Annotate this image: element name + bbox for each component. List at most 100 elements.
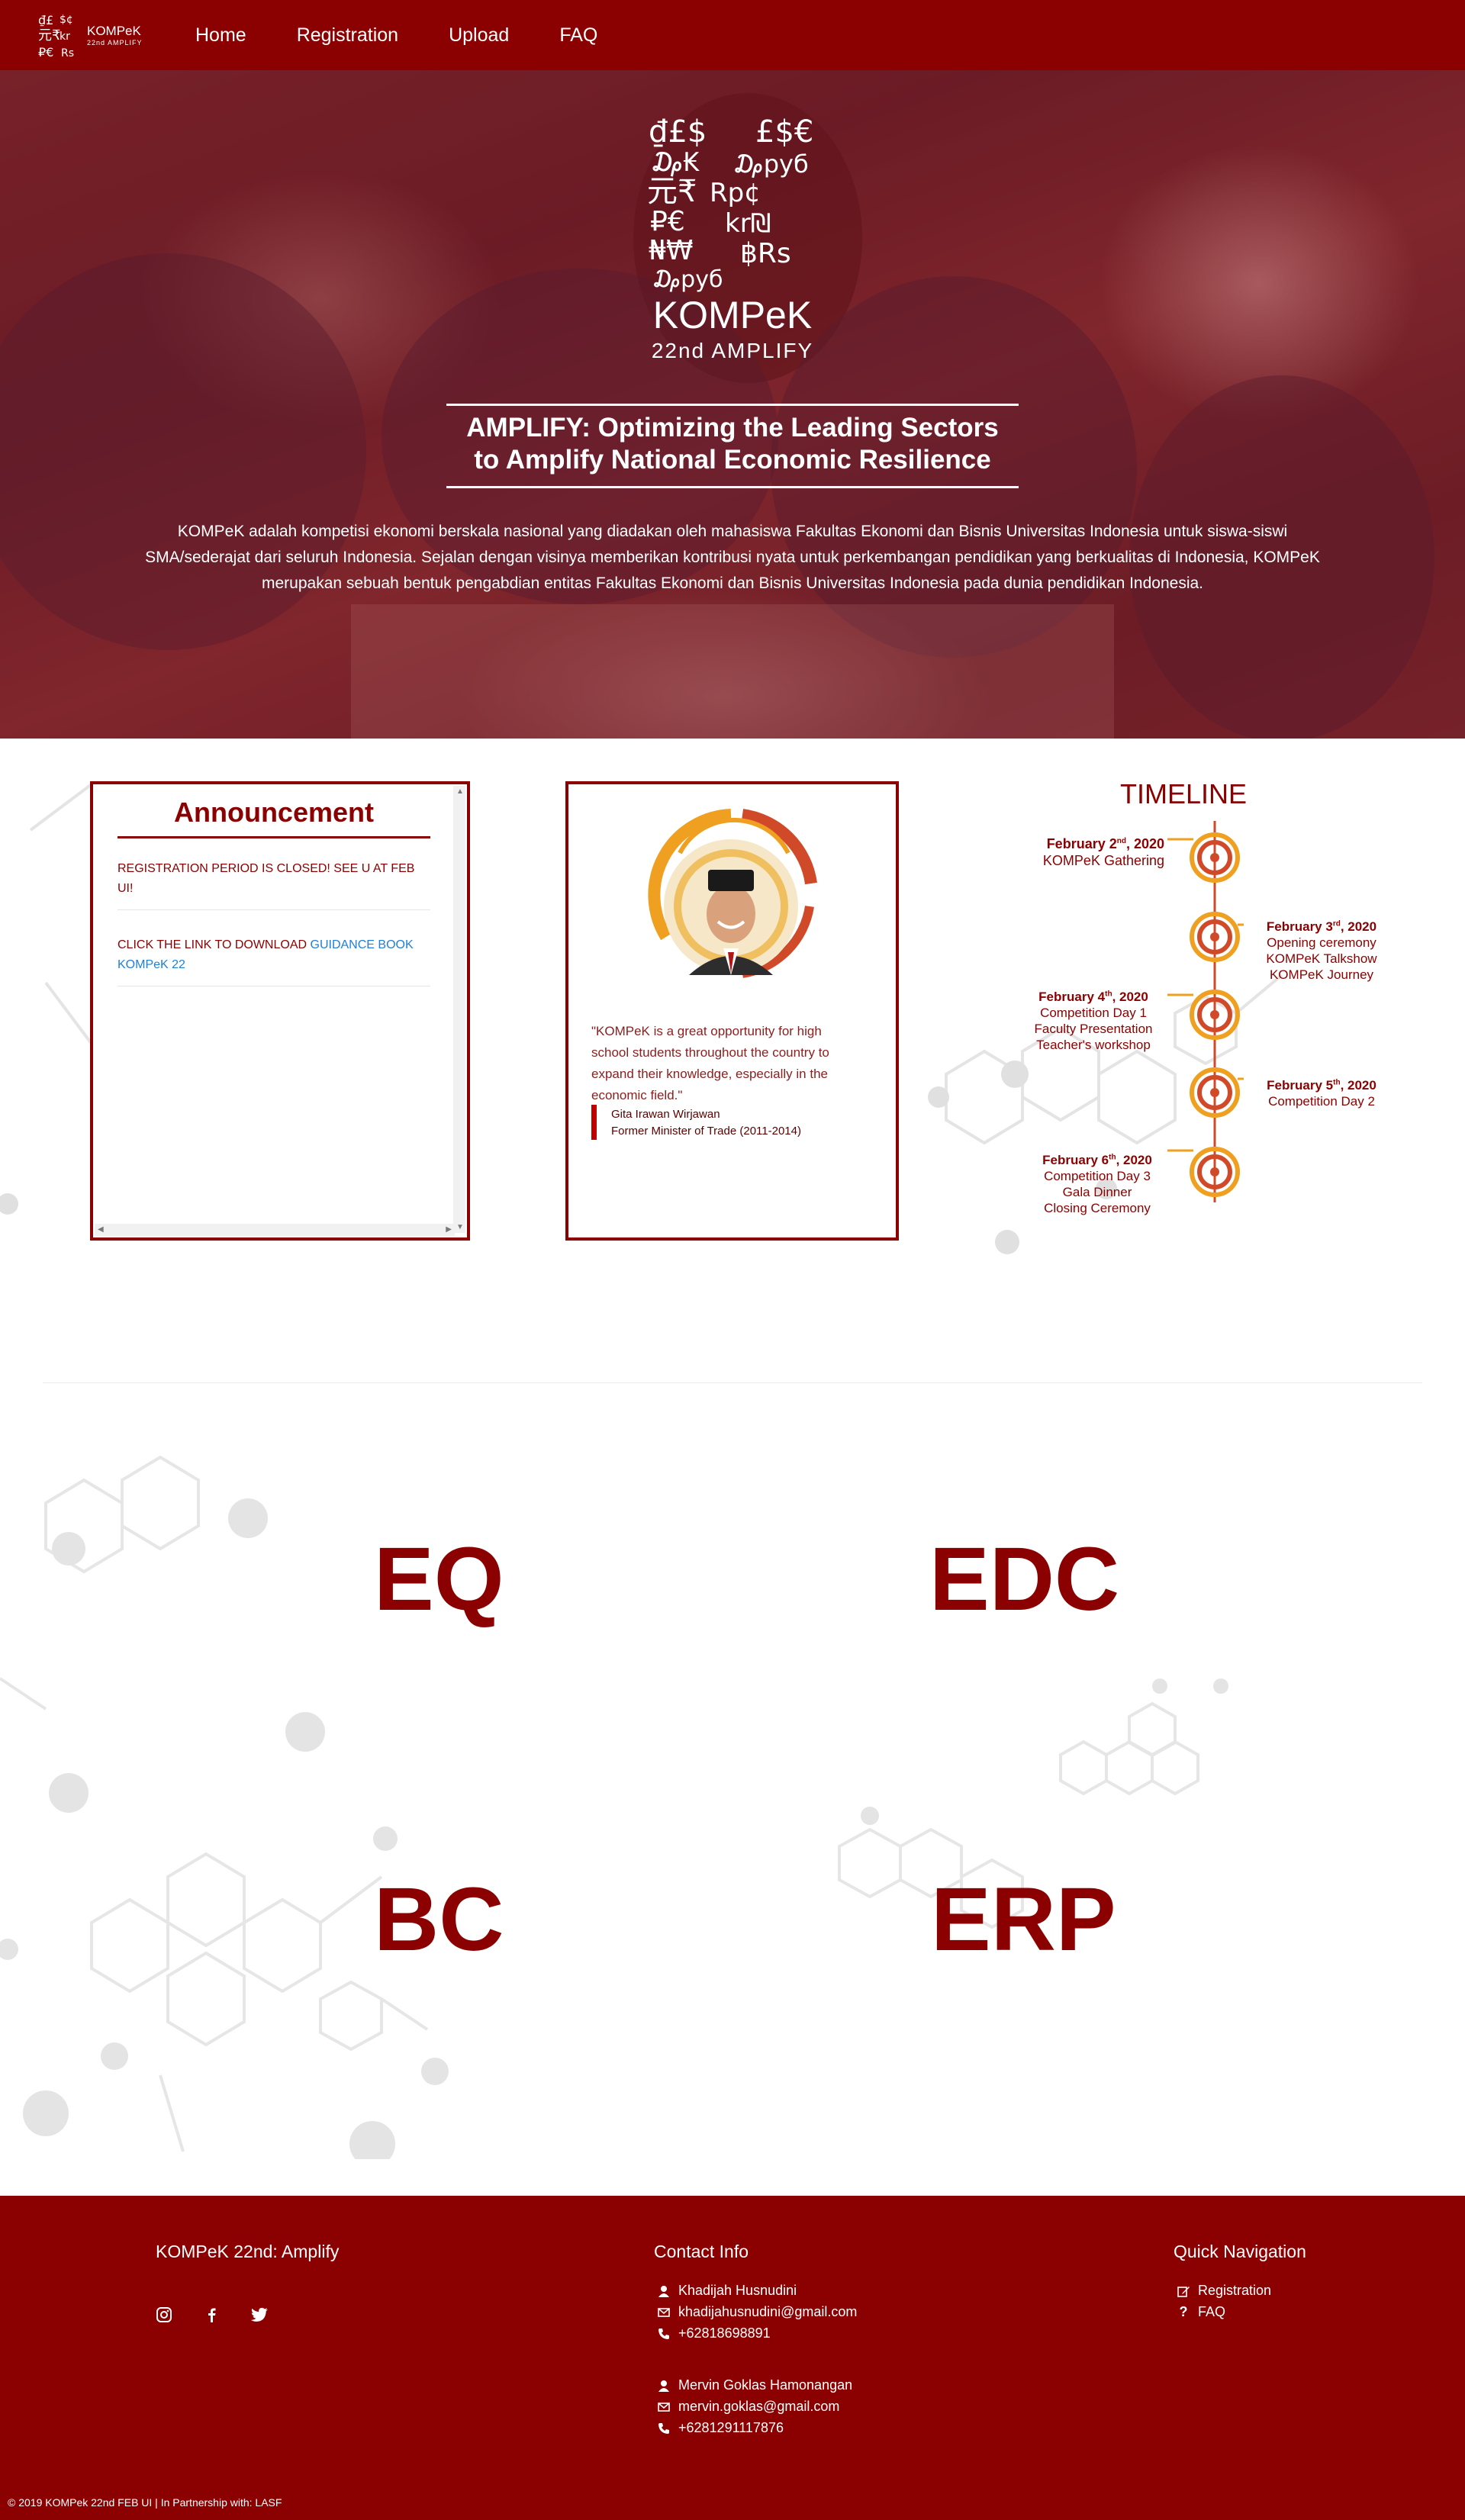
phone-icon: [654, 2328, 674, 2340]
svg-text:₯₭: ₯₭: [650, 147, 700, 178]
contact2-name-text: Mervin Goklas Hamonangan: [678, 2377, 853, 2393]
nav-registration-link[interactable]: Registration: [297, 24, 398, 47]
event-year: , 2020: [1125, 836, 1164, 851]
social-links: [156, 2306, 299, 2323]
scroll-left-icon[interactable]: ◀: [98, 1225, 104, 1234]
event-line: Competition Day 1: [1040, 1005, 1147, 1020]
twitter-icon[interactable]: [250, 2306, 269, 2323]
quick-nav-title: Quick Navigation: [1174, 2242, 1306, 2261]
event-date: February 5: [1267, 1077, 1334, 1093]
event-year: , 2020: [1340, 1077, 1376, 1093]
brand-logo[interactable]: ₫£ $¢ 元₹ kr ₽€ Rs KOMPeK 22nd AMPLIFY: [37, 8, 151, 63]
competition-bc-link[interactable]: BC: [374, 1868, 504, 1971]
envelope-icon: [654, 2307, 674, 2317]
announcement-title: Announcement: [173, 797, 374, 828]
footer-registration-link[interactable]: Registration: [1174, 2283, 1271, 2299]
testimonial-author: Gita Irawan Wirjawan Former Minister of …: [611, 1106, 801, 1140]
timeline-node-1: [1190, 832, 1240, 883]
currency-k-logo-icon: ₫£$ £$€ ₯₭ ₯руб 元₹ Rp¢ ₽€ kr₪ ₦₩ ฿Rs ₯ру…: [647, 114, 813, 293]
event-date-suffix: th: [1105, 990, 1112, 998]
contact1-phone[interactable]: +62818698891: [654, 2325, 771, 2341]
event-date: February 4: [1038, 989, 1106, 1004]
svg-text:Rp¢: Rp¢: [710, 178, 761, 208]
scroll-down-icon[interactable]: ▼: [456, 1223, 464, 1231]
nav-home-link[interactable]: Home: [195, 24, 246, 47]
event-line: KOMPeK Talkshow: [1266, 951, 1377, 966]
contact1-name: Khadijah Husnudini: [654, 2283, 797, 2299]
svg-text:Rs: Rs: [61, 47, 74, 60]
copyright-text: © 2019 KOMPek 22nd FEB UI | In Partnersh…: [8, 2496, 282, 2509]
event-line: Competition Day 3: [1044, 1168, 1151, 1183]
contact2-email-text[interactable]: mervin.goklas@gmail.com: [678, 2399, 839, 2415]
competition-edc-link[interactable]: EDC: [929, 1527, 1119, 1631]
contact1-email-text[interactable]: khadijahusnudini@gmail.com: [678, 2304, 857, 2320]
nav-upload-link[interactable]: Upload: [449, 24, 509, 47]
facebook-icon[interactable]: [203, 2306, 220, 2323]
competition-eq-link[interactable]: EQ: [374, 1527, 504, 1631]
announcement-item: CLICK THE LINK TO DOWNLOAD GUIDANCE BOOK…: [118, 935, 430, 986]
competition-molecule-background: [0, 1455, 1228, 2159]
author-role: Former Minister of Trade (2011-2014): [611, 1125, 801, 1138]
svg-text:₫£$: ₫£$: [649, 114, 707, 150]
contact2-email[interactable]: mervin.goklas@gmail.com: [654, 2399, 839, 2415]
hero-description: KOMPeK adalah kompetisi ekonomi berskala…: [145, 523, 1320, 592]
footer: KOMPeK 22nd: Amplify Contact Info Khadij…: [0, 2196, 1465, 2520]
author-name: Gita Irawan Wirjawan: [611, 1108, 720, 1121]
testimonial-quote: "KOMPeK is a great opportunity for high …: [591, 1024, 829, 1102]
brand-title: KOMPeK: [87, 23, 141, 38]
question-icon: ?: [1179, 2304, 1188, 2319]
scroll-up-icon[interactable]: ▲: [456, 787, 464, 796]
scroll-right-icon[interactable]: ▶: [446, 1225, 452, 1234]
event-line: Faculty Presentation: [1034, 1021, 1153, 1036]
hero-banner: ₫£$ £$€ ₯₭ ₯руб 元₹ Rp¢ ₽€ kr₪ ₦₩ ฿Rs ₯ру…: [0, 70, 1465, 739]
svg-text:₦₩: ₦₩: [649, 235, 694, 266]
instagram-icon[interactable]: [156, 2306, 172, 2323]
event-line: Opening ceremony: [1267, 935, 1376, 950]
contact2-phone[interactable]: +6281291117876: [654, 2420, 784, 2436]
envelope-icon: [654, 2402, 674, 2412]
event-date-suffix: rd: [1332, 919, 1341, 928]
timeline-event-4: February 5th, 2020 Competition Day 2: [1261, 1074, 1383, 1109]
event-year: , 2020: [1116, 1152, 1152, 1167]
competition-erp-link[interactable]: ERP: [931, 1868, 1116, 1971]
navbar: ₫£ $¢ 元₹ kr ₽€ Rs KOMPeK 22nd AMPLIFY Ho…: [0, 0, 1465, 70]
svg-text:kr: kr: [60, 31, 70, 43]
brand-subtitle: 22nd AMPLIFY: [87, 38, 143, 47]
timeline-event-1: February 2nd, 2020 KOMPeK Gathering: [1015, 833, 1164, 869]
event-line: Teacher's workshop: [1036, 1037, 1151, 1052]
phone-icon: [654, 2422, 674, 2435]
contact1-phone-text[interactable]: +62818698891: [678, 2325, 771, 2341]
nav-faq-link[interactable]: FAQ: [559, 24, 597, 47]
svg-text:kr₪: kr₪: [725, 208, 771, 239]
horizontal-scrollbar[interactable]: ◀ ▶: [95, 1224, 455, 1236]
testimonial-portrait: [648, 809, 817, 978]
timeline-graphic: [1167, 821, 1244, 1202]
announcement-underline: [118, 836, 430, 838]
svg-text:元₹: 元₹: [38, 27, 60, 43]
event-line: Competition Day 2: [1268, 1093, 1375, 1109]
announcement-item-text: REGISTRATION PERIOD IS CLOSED! SEE U AT …: [118, 862, 415, 895]
event-date-suffix: th: [1333, 1078, 1341, 1086]
quote-accent-bar: [591, 1105, 597, 1140]
footer-registration-text[interactable]: Registration: [1198, 2283, 1271, 2299]
vertical-scrollbar[interactable]: ▲ ▼: [453, 786, 465, 1233]
contact1-email[interactable]: khadijahusnudini@gmail.com: [654, 2304, 857, 2320]
event-date: February 3: [1266, 919, 1333, 934]
contact2-phone-text[interactable]: +6281291117876: [678, 2420, 784, 2436]
section-divider: [43, 1382, 1422, 1383]
kompek-logo-icon: ₫£ $¢ 元₹ kr ₽€ Rs: [38, 13, 74, 60]
footer-faq-text[interactable]: FAQ: [1198, 2304, 1225, 2320]
hero-rule-top: [446, 404, 1019, 406]
hero-logo-title: KOMPeK: [652, 294, 813, 336]
announcement-item-text: CLICK THE LINK TO DOWNLOAD: [118, 938, 311, 951]
announcement-card: Announcement REGISTRATION PERIOD IS CLOS…: [90, 781, 470, 1241]
testimonial-card: "KOMPeK is a great opportunity for high …: [565, 781, 899, 1241]
svg-text:$¢: $¢: [60, 14, 73, 26]
event-date: February 2: [1046, 836, 1117, 851]
timeline-event-5: February 6th, 2020 Competition Day 3 Gal…: [1030, 1149, 1164, 1216]
footer-faq-link[interactable]: ? FAQ: [1174, 2304, 1226, 2320]
event-line: Closing Ceremony: [1044, 1200, 1151, 1215]
user-icon: [654, 2380, 674, 2392]
contact-title: Contact Info: [654, 2242, 749, 2261]
svg-text:元₹: 元₹: [647, 174, 697, 209]
